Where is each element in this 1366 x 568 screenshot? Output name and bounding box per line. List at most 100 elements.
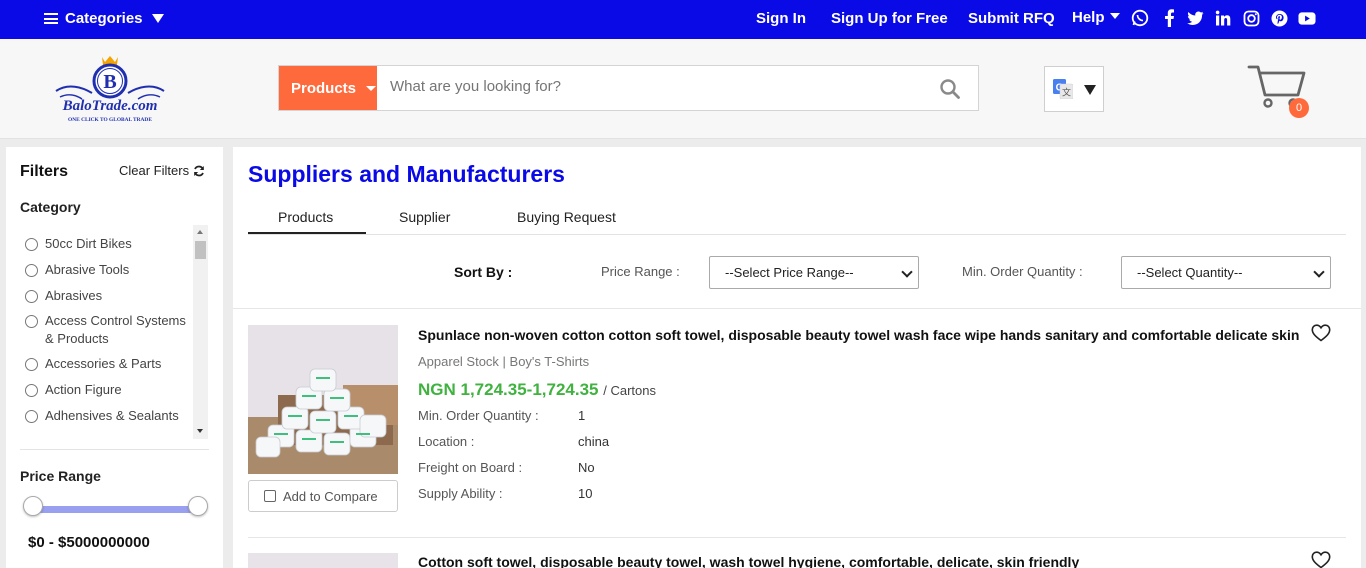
facebook-icon[interactable] <box>1160 9 1178 27</box>
refresh-icon <box>193 165 205 177</box>
price-range-title: Price Range <box>20 468 101 484</box>
sort-by-label: Sort By : <box>454 264 513 280</box>
top-nav-bar: Categories Sign In Sign Up for Free Subm… <box>0 0 1366 39</box>
min-order-select[interactable]: --Select Quantity-- <box>1121 256 1331 289</box>
category-option[interactable]: Action Figure <box>25 381 195 399</box>
caret-down-icon <box>151 14 164 23</box>
svg-text:B: B <box>103 71 116 93</box>
linkedin-icon[interactable] <box>1214 9 1232 27</box>
categories-label: Categories <box>65 10 143 27</box>
chevron-down-icon <box>1313 266 1325 278</box>
detail-value: No <box>578 460 595 475</box>
search-scope-label: Products <box>291 79 357 97</box>
detail-value: china <box>578 434 610 449</box>
twitter-icon[interactable] <box>1186 9 1204 27</box>
product-price-value: NGN 1,724.35-1,724.35 <box>418 380 599 399</box>
category-label: 50cc Dirt Bikes <box>45 236 132 251</box>
scroll-down-icon[interactable] <box>197 429 203 433</box>
help-label: Help <box>1072 9 1105 26</box>
caret-down-icon <box>366 85 377 91</box>
category-title: Category <box>20 199 81 215</box>
submit-rfq-link[interactable]: Submit RFQ <box>968 10 1055 27</box>
category-option[interactable]: 50cc Dirt Bikes <box>25 235 195 253</box>
page-title: Suppliers and Manufacturers <box>248 161 565 187</box>
price-max-handle[interactable] <box>188 496 208 516</box>
pinterest-icon[interactable] <box>1270 9 1288 27</box>
categories-menu-button[interactable]: Categories <box>44 10 164 27</box>
category-label: Adhensives & Sealants <box>45 408 179 423</box>
price-range-value: $0 - $5000000000 <box>28 534 150 551</box>
site-header: B BaloTrade.com ONE CLICK TO GLOBAL TRAD… <box>0 39 1366 139</box>
youtube-icon[interactable] <box>1298 9 1316 27</box>
search-scope-dropdown[interactable]: Products <box>279 66 377 110</box>
product-title[interactable]: Spunlace non-woven cotton cotton soft to… <box>418 327 1299 343</box>
category-option[interactable]: Abrasive Tools <box>25 261 195 279</box>
radio-button[interactable] <box>25 264 38 277</box>
product-price-unit: / Cartons <box>603 383 656 398</box>
detail-label: Supply Ability : <box>418 486 503 501</box>
scroll-up-icon[interactable] <box>197 230 203 234</box>
category-option[interactable]: Accessories & Parts <box>25 355 195 373</box>
radio-button[interactable] <box>25 410 38 423</box>
result-tabs: Products Supplier Buying Request <box>248 207 1346 235</box>
cart-count-badge: 0 <box>1289 98 1309 118</box>
category-label: Accessories & Parts <box>45 356 162 371</box>
tab-supplier[interactable]: Supplier <box>399 209 450 225</box>
detail-label: Freight on Board : <box>418 460 523 475</box>
price-range-filter-label: Price Range : <box>601 264 680 279</box>
divider <box>248 537 1346 538</box>
tab-buying-request[interactable]: Buying Request <box>517 209 616 225</box>
radio-button[interactable] <box>25 238 38 251</box>
clear-filters-label: Clear Filters <box>119 163 190 178</box>
product-image[interactable] <box>248 325 398 474</box>
caret-down-icon <box>1084 85 1096 95</box>
search-input[interactable] <box>390 78 910 95</box>
product-price: NGN 1,724.35-1,724.35 / Cartons <box>418 380 656 400</box>
detail-label: Min. Order Quantity : <box>418 408 539 423</box>
instagram-icon[interactable] <box>1242 9 1260 27</box>
radio-button[interactable] <box>25 315 38 328</box>
filters-title: Filters <box>20 163 69 180</box>
wishlist-heart-icon[interactable] <box>1311 551 1331 568</box>
min-order-select-value: --Select Quantity-- <box>1137 265 1243 280</box>
price-range-slider[interactable] <box>33 506 199 513</box>
balotrade-logo[interactable]: B BaloTrade.com ONE CLICK TO GLOBAL TRAD… <box>46 53 174 127</box>
svg-text:文: 文 <box>1062 87 1071 99</box>
wishlist-heart-icon[interactable] <box>1311 324 1331 342</box>
compare-checkbox[interactable] <box>264 490 276 502</box>
category-label: Abrasive Tools <box>45 262 130 277</box>
sign-in-link[interactable]: Sign In <box>756 10 806 27</box>
price-min-handle[interactable] <box>23 496 43 516</box>
category-option[interactable]: Adhensives & Sealants <box>25 407 195 425</box>
help-menu[interactable]: Help <box>1072 9 1120 26</box>
divider <box>233 308 1361 309</box>
product-image[interactable] <box>248 553 398 568</box>
price-range-select[interactable]: --Select Price Range-- <box>709 256 919 289</box>
tab-products[interactable]: Products <box>278 209 333 225</box>
category-label: Abrasives <box>45 288 103 303</box>
whatsapp-icon[interactable] <box>1131 9 1149 27</box>
category-label: Action Figure <box>45 382 122 397</box>
language-selector[interactable]: G文 <box>1044 66 1104 112</box>
detail-label: Location : <box>418 434 475 449</box>
filters-sidebar: Filters Clear Filters Category 50cc Dirt… <box>6 147 223 568</box>
product-category: Apparel Stock | Boy's T-Shirts <box>418 354 590 369</box>
detail-value: 1 <box>578 408 586 423</box>
divider <box>20 449 209 450</box>
product-title[interactable]: Cotton soft towel, disposable beauty tow… <box>418 554 1079 568</box>
category-option[interactable]: Abrasives <box>25 287 195 305</box>
category-option[interactable]: Access Control Systems & Products <box>25 312 195 348</box>
radio-button[interactable] <box>25 358 38 371</box>
sign-up-link[interactable]: Sign Up for Free <box>831 10 948 27</box>
add-to-compare-button[interactable]: Add to Compare <box>248 480 398 512</box>
google-translate-icon: G文 <box>1053 79 1074 100</box>
clear-filters-button[interactable]: Clear Filters <box>119 163 205 178</box>
price-range-select-value: --Select Price Range-- <box>725 265 854 280</box>
radio-button[interactable] <box>25 290 38 303</box>
radio-button[interactable] <box>25 384 38 397</box>
logo-brand: BaloTrade.com <box>62 98 158 114</box>
category-scrollbar[interactable] <box>193 225 208 439</box>
search-icon[interactable] <box>939 78 961 100</box>
scrollbar-thumb[interactable] <box>195 241 206 259</box>
menu-icon <box>44 13 58 24</box>
